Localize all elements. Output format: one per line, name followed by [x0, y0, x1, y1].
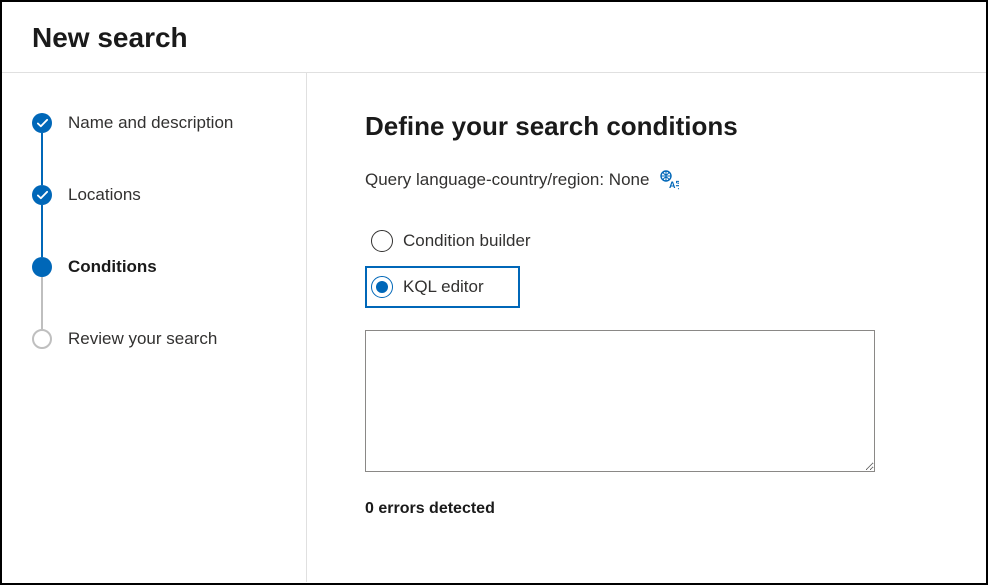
- radio-dot-icon: [376, 281, 388, 293]
- main-heading: Define your search conditions: [365, 111, 928, 142]
- query-language-row: Query language-country/region: None A字: [365, 170, 928, 190]
- step-indicator-upcoming: [32, 329, 52, 349]
- step-connector: [41, 133, 43, 185]
- wizard-steps: Name and description Locations Condition…: [32, 113, 282, 349]
- kql-editor-input[interactable]: [365, 330, 875, 472]
- page-title: New search: [32, 22, 956, 54]
- step-conditions[interactable]: Conditions: [32, 257, 282, 329]
- step-review[interactable]: Review your search: [32, 329, 282, 349]
- step-indicator-current: [32, 257, 52, 277]
- check-icon: [37, 118, 48, 129]
- svg-text:A字: A字: [669, 179, 679, 190]
- step-label: Review your search: [68, 329, 217, 349]
- radio-icon: [371, 276, 393, 298]
- radio-kql-editor[interactable]: KQL editor: [365, 266, 520, 308]
- step-name-description[interactable]: Name and description: [32, 113, 282, 185]
- step-label: Locations: [68, 185, 141, 205]
- check-icon: [37, 190, 48, 201]
- step-indicator-completed: [32, 185, 52, 205]
- main-panel: Define your search conditions Query lang…: [307, 73, 986, 582]
- step-connector: [41, 277, 43, 329]
- step-label: Name and description: [68, 113, 233, 133]
- page-header: New search: [2, 2, 986, 73]
- errors-detected-text: 0 errors detected: [365, 500, 928, 518]
- radio-label: Condition builder: [403, 231, 531, 251]
- step-indicator-completed: [32, 113, 52, 133]
- radio-label: KQL editor: [403, 277, 484, 297]
- editor-mode-radio-group: Condition builder KQL editor: [365, 224, 928, 308]
- translate-icon[interactable]: A字: [659, 170, 679, 190]
- step-label: Conditions: [68, 257, 157, 277]
- radio-condition-builder[interactable]: Condition builder: [365, 224, 541, 258]
- wizard-sidebar: Name and description Locations Condition…: [2, 73, 307, 582]
- radio-icon: [371, 230, 393, 252]
- step-connector: [41, 205, 43, 257]
- step-locations[interactable]: Locations: [32, 185, 282, 257]
- page-body: Name and description Locations Condition…: [2, 73, 986, 582]
- query-language-label: Query language-country/region: None: [365, 170, 649, 190]
